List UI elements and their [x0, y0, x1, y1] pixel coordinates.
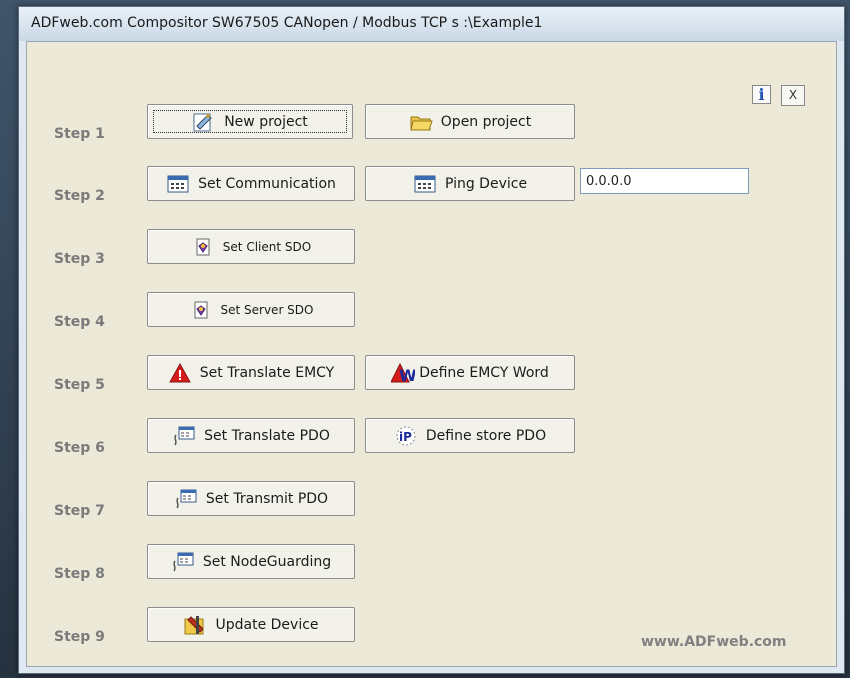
set-client-sdo-button[interactable]: Set Client SDO: [147, 229, 355, 264]
ping-device-button[interactable]: Ping Device: [365, 166, 575, 201]
set-translate-pdo-label: Set Translate PDO: [204, 427, 330, 444]
pdo-icon: [174, 488, 198, 510]
step-3-label: Step 3: [54, 251, 105, 267]
new-project-button[interactable]: New project: [147, 104, 353, 139]
window-settings-icon: [166, 173, 190, 195]
svg-text:W: W: [399, 366, 415, 384]
set-client-sdo-label: Set Client SDO: [222, 239, 312, 254]
set-translate-emcy-button[interactable]: Set Translate EMCY: [147, 355, 355, 390]
set-transmit-pdo-button[interactable]: Set Transmit PDO: [147, 481, 355, 516]
sdo-icon: [191, 236, 215, 258]
window-settings-icon: [413, 173, 437, 195]
pdo-icon: [171, 551, 195, 573]
brand-link[interactable]: www.ADFweb.com: [641, 634, 787, 650]
step-2-label: Step 2: [54, 188, 105, 204]
define-store-pdo-button[interactable]: iP Define store PDO: [365, 418, 575, 453]
title-bar[interactable]: ADFweb.com Compositor SW67505 CANopen / …: [19, 7, 844, 41]
set-server-sdo-button[interactable]: Set Server SDO: [147, 292, 355, 327]
open-project-button[interactable]: Open project: [365, 104, 575, 139]
set-communication-button[interactable]: Set Communication: [147, 166, 355, 201]
folder-icon: [409, 111, 433, 133]
step-6-label: Step 6: [54, 440, 105, 456]
main-panel: i X Step 1 Step 2 Step 3 Step 4 Step 5 S…: [26, 41, 837, 667]
set-nodeguarding-label: Set NodeGuarding: [202, 553, 332, 570]
step-9-label: Step 9: [54, 629, 105, 645]
update-tools-icon: [183, 614, 207, 636]
focus-ring: [153, 110, 347, 133]
info-button[interactable]: i: [752, 85, 771, 104]
step-4-label: Step 4: [54, 314, 105, 330]
set-translate-pdo-button[interactable]: Set Translate PDO: [147, 418, 355, 453]
step-7-label: Step 7: [54, 503, 105, 519]
step-5-label: Step 5: [54, 377, 105, 393]
svg-text:iP: iP: [399, 430, 412, 444]
set-nodeguarding-button[interactable]: Set NodeGuarding: [147, 544, 355, 579]
window-title: ADFweb.com Compositor SW67505 CANopen / …: [31, 15, 543, 31]
ping-device-label: Ping Device: [444, 175, 528, 192]
ip-address-input[interactable]: [580, 168, 749, 194]
new-project-icon: [192, 111, 216, 133]
warning-w-icon: W: [391, 362, 415, 384]
sdo-icon: [189, 299, 213, 321]
step-1-label: Step 1: [54, 126, 105, 142]
ip-icon: iP: [394, 425, 418, 447]
open-project-label: Open project: [440, 113, 532, 130]
set-transmit-pdo-label: Set Transmit PDO: [205, 490, 329, 507]
set-translate-emcy-label: Set Translate EMCY: [199, 364, 335, 381]
update-device-label: Update Device: [215, 616, 319, 633]
step-8-label: Step 8: [54, 566, 105, 582]
set-server-sdo-label: Set Server SDO: [220, 302, 314, 317]
warning-icon: [168, 362, 192, 384]
set-communication-label: Set Communication: [198, 175, 336, 192]
define-store-pdo-label: Define store PDO: [425, 427, 547, 444]
update-device-button[interactable]: Update Device: [147, 607, 355, 642]
define-emcy-word-label: Define EMCY Word: [419, 364, 549, 381]
close-button[interactable]: X: [781, 85, 805, 106]
pdo-icon: [172, 425, 196, 447]
define-emcy-word-button[interactable]: W Define EMCY Word: [365, 355, 575, 390]
app-window: ADFweb.com Compositor SW67505 CANopen / …: [18, 6, 845, 674]
